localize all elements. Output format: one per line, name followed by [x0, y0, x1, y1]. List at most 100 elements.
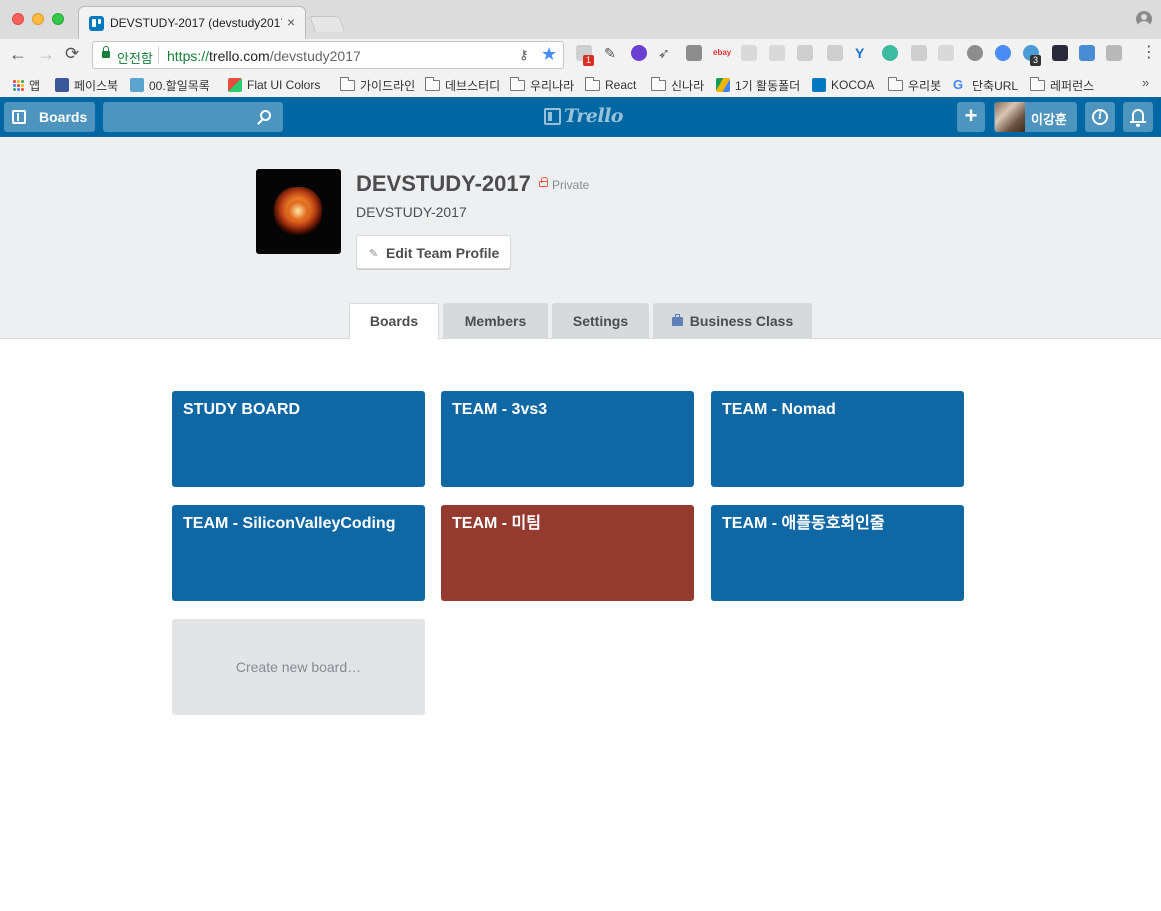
bookmark-folder-reference[interactable]: 레퍼런스: [1030, 76, 1094, 94]
minimize-window-button[interactable]: [32, 13, 44, 25]
bookmarks-overflow-icon[interactable]: »: [1142, 75, 1149, 90]
secure-label: 안전함: [117, 51, 153, 66]
bookmark-facebook[interactable]: 페이스북: [55, 76, 118, 94]
reload-button[interactable]: ⟳: [65, 44, 79, 64]
pencil-icon: ✎: [369, 248, 379, 260]
board-tile[interactable]: TEAM - SiliconValleyCoding: [172, 505, 425, 601]
react-devtools-icon[interactable]: [1052, 45, 1068, 61]
member-menu-button[interactable]: 이강훈: [994, 102, 1077, 132]
tree-extension-icon[interactable]: [741, 45, 757, 61]
zoom-window-button[interactable]: [52, 13, 64, 25]
board-tile[interactable]: TEAM - 애플동호회인줄: [711, 505, 964, 601]
search-input[interactable]: [103, 102, 283, 132]
tab-business-class-label: Business Class: [689, 313, 794, 329]
folder-icon: [340, 76, 355, 91]
sync-extension-icon[interactable]: [995, 45, 1011, 61]
browser-menu-icon[interactable]: ⋮: [1141, 44, 1157, 62]
boat-extension-icon[interactable]: [769, 45, 785, 61]
bookmark-folder-wooribot[interactable]: 우리봇: [888, 76, 941, 94]
boards-menu-button[interactable]: Boards: [4, 102, 95, 132]
browser-profile-icon[interactable]: [1136, 11, 1152, 27]
board-tile[interactable]: TEAM - Nomad: [711, 391, 964, 487]
back-button[interactable]: ←: [9, 44, 27, 64]
notifications-button[interactable]: [1123, 102, 1153, 132]
extension-badge-3: 3: [1030, 55, 1042, 66]
url-text[interactable]: https://trello.com/devstudy2017: [167, 48, 361, 64]
address-bar[interactable]: 안전함 https://trello.com/devstudy2017 ⚷ ★: [92, 41, 564, 69]
bookmark-folder-guideline[interactable]: 가이드라인: [340, 76, 415, 94]
browser-chrome: DEVSTUDY-2017 (devstudy2017) | Trello × …: [0, 0, 1161, 97]
tab-close-icon[interactable]: ×: [287, 14, 295, 30]
briefcase-icon: [671, 314, 683, 326]
bookmark-folder-sinnara[interactable]: 신나라: [651, 76, 704, 94]
bookmark-kocoa[interactable]: KOCOA: [812, 76, 874, 94]
m-extension-icon[interactable]: [882, 45, 898, 61]
rocket-icon[interactable]: ➶: [658, 45, 674, 61]
folder-icon: [425, 76, 440, 91]
team-visibility[interactable]: Private: [552, 178, 589, 192]
drive-extension-icon[interactable]: [911, 45, 927, 61]
trello-favicon-icon: [89, 16, 104, 31]
bookmark-short-url[interactable]: G 단축URL: [953, 76, 1018, 94]
folder-icon: [651, 76, 666, 91]
cast-extension-icon[interactable]: [827, 45, 843, 61]
browser-tab-title: DEVSTUDY-2017 (devstudy2017) | Trello: [110, 16, 282, 30]
y-extension-icon[interactable]: Y: [855, 45, 871, 61]
bookmark-label: Flat UI Colors: [247, 78, 321, 92]
search-icon[interactable]: [260, 110, 271, 121]
bookmark-folder-react[interactable]: React: [585, 76, 636, 94]
eyedropper-icon[interactable]: ✎: [604, 45, 620, 61]
secure-lock-icon: [102, 46, 110, 58]
edit-team-profile-label: Edit Team Profile: [386, 245, 500, 261]
apps-icon: [13, 79, 24, 91]
bookmark-folder-devstudy[interactable]: 데브스터디: [425, 76, 500, 94]
board-title: TEAM - 미팀: [452, 515, 541, 532]
chat-extension-icon[interactable]: [797, 45, 813, 61]
browser-tab-active[interactable]: DEVSTUDY-2017 (devstudy2017) | Trello ×: [78, 6, 306, 39]
edit-team-profile-button[interactable]: ✎ Edit Team Profile: [356, 235, 511, 269]
bookmark-label: 레퍼런스: [1050, 78, 1095, 93]
ebay-icon[interactable]: ebay: [713, 45, 731, 61]
tab-boards[interactable]: Boards: [349, 303, 439, 340]
bookmark-label: 페이스북: [74, 78, 119, 93]
tab-members[interactable]: Members: [443, 303, 548, 339]
tab-business-class[interactable]: Business Class: [653, 303, 812, 339]
bookmark-label: KOCOA: [831, 78, 875, 92]
info-icon: i: [1092, 109, 1108, 125]
close-window-button[interactable]: [12, 13, 24, 25]
trello-icon: [812, 78, 826, 92]
link-extension-icon[interactable]: [967, 45, 983, 61]
board-title: TEAM - Nomad: [722, 401, 836, 418]
extension-icon-last[interactable]: [1106, 45, 1122, 61]
folder-icon: [510, 76, 525, 91]
new-tab-button[interactable]: [309, 16, 345, 32]
team-description: DEVSTUDY-2017: [356, 204, 467, 220]
screen-extension-icon[interactable]: [938, 45, 954, 61]
board-tile[interactable]: STUDY BOARD: [172, 391, 425, 487]
boards-menu-label: Boards: [39, 109, 88, 125]
bookmark-star-icon[interactable]: ★: [541, 44, 557, 65]
folder-icon: [585, 76, 600, 91]
bookmark-label: React: [605, 78, 637, 92]
it-extension-icon[interactable]: [1079, 45, 1095, 61]
create-new-board-button[interactable]: Create new board…: [172, 619, 425, 715]
bookmark-todo[interactable]: 00.할일목록: [130, 76, 210, 94]
bookmark-label: 데브스터디: [445, 78, 501, 93]
board-tile[interactable]: TEAM - 미팀: [441, 505, 694, 601]
bookmark-label: 신나라: [671, 78, 705, 93]
moon-extension-icon[interactable]: [631, 45, 647, 61]
bookmark-drive-folder[interactable]: 1기 활동폴더: [716, 76, 800, 94]
flatui-icon: [228, 78, 242, 92]
team-header: DEVSTUDY-2017 Private DEVSTUDY-2017 ✎ Ed…: [0, 137, 1161, 340]
bookmark-flat-ui-colors[interactable]: Flat UI Colors: [228, 76, 320, 94]
bookmark-apps[interactable]: 앱: [13, 76, 40, 94]
forward-button[interactable]: →: [37, 44, 55, 64]
key-icon[interactable]: ⚷: [519, 47, 529, 63]
info-button[interactable]: i: [1085, 102, 1115, 132]
jb-extension-icon[interactable]: [686, 45, 702, 61]
tab-settings[interactable]: Settings: [552, 303, 649, 339]
bookmark-folder-woorinara[interactable]: 우리나라: [510, 76, 574, 94]
create-button[interactable]: +: [957, 102, 985, 132]
board-tile[interactable]: TEAM - 3vs3: [441, 391, 694, 487]
private-lock-icon: [539, 177, 548, 187]
